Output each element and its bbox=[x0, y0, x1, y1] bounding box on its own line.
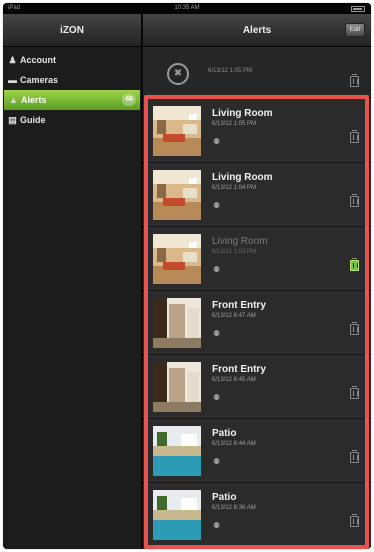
sidebar-item-account[interactable]: ♟ Account bbox=[3, 50, 141, 70]
motion-icon: ⚉ bbox=[213, 329, 221, 338]
trash-icon[interactable] bbox=[350, 322, 359, 335]
alert-row[interactable]: Front Entry 6/13/12 8:45 AM ⚉ bbox=[143, 355, 371, 419]
alert-row[interactable]: Patio 6/13/12 8:44 AM ⚉ bbox=[143, 419, 371, 483]
alert-room: Front Entry bbox=[212, 300, 266, 311]
alert-room: Living Room bbox=[212, 172, 273, 183]
alert-room: Patio bbox=[212, 492, 237, 503]
alert-thumbnail[interactable] bbox=[153, 234, 201, 284]
alert-date: 6/13/12 8:47 AM bbox=[212, 313, 256, 319]
alert-room: Living Room bbox=[212, 108, 273, 119]
motion-icon: ⚉ bbox=[213, 265, 221, 274]
sidebar-title: iZON bbox=[3, 14, 141, 47]
alert-room: Front Entry bbox=[212, 364, 266, 375]
alerts-panel: Alerts Edit ✖ 6/13/12 1:55 PM Living Roo… bbox=[143, 14, 371, 549]
trash-icon[interactable] bbox=[350, 130, 359, 143]
trash-icon[interactable] bbox=[350, 386, 359, 399]
edit-button[interactable]: Edit bbox=[345, 23, 365, 37]
alerts-count-badge: 46 bbox=[122, 94, 136, 106]
bell-icon: ▲ bbox=[9, 95, 18, 105]
alerts-list: Living Room 6/13/12 1:05 PM ⚉ Living Roo… bbox=[143, 99, 371, 547]
alert-thumbnail[interactable] bbox=[153, 170, 201, 220]
alert-row[interactable]: Patio 6/13/12 8:36 AM ⚉ bbox=[143, 483, 371, 547]
motion-icon: ⚉ bbox=[213, 137, 221, 146]
sidebar-item-label: Alerts bbox=[21, 95, 47, 105]
motion-icon: ⚉ bbox=[213, 201, 221, 210]
page-title: Alerts bbox=[242, 25, 272, 36]
camera-icon: ▬ bbox=[8, 75, 17, 85]
motion-icon: ⚉ bbox=[213, 393, 221, 402]
alert-row[interactable]: Living Room 6/13/12 1:03 PM ⚉ bbox=[143, 227, 371, 291]
alert-date: 6/13/12 1:05 PM bbox=[212, 121, 257, 127]
alert-date: 6/13/12 1:55 PM bbox=[208, 68, 253, 74]
mute-icon[interactable]: ✖ bbox=[167, 63, 189, 85]
trash-icon[interactable] bbox=[350, 74, 359, 87]
trash-icon[interactable] bbox=[350, 514, 359, 527]
trash-icon[interactable] bbox=[350, 450, 359, 463]
alerts-navbar: Alerts Edit bbox=[143, 14, 371, 47]
book-icon: ▤ bbox=[8, 115, 17, 125]
alert-thumbnail[interactable] bbox=[153, 106, 201, 156]
alert-thumbnail[interactable] bbox=[153, 298, 201, 348]
alert-thumbnail[interactable] bbox=[153, 362, 201, 412]
alert-date: 6/13/12 8:44 AM bbox=[212, 441, 256, 447]
sidebar: iZON ♟ Account ▬ Cameras ▲ Alerts 46 ▤ G… bbox=[3, 14, 142, 549]
clock: 10:35 AM bbox=[174, 5, 200, 11]
trash-icon[interactable] bbox=[350, 194, 359, 207]
sidebar-item-alerts[interactable]: ▲ Alerts 46 bbox=[4, 90, 140, 110]
list-item[interactable]: ✖ 6/13/12 1:55 PM bbox=[143, 48, 371, 98]
alert-date: 6/13/12 1:03 PM bbox=[212, 249, 257, 255]
alert-room: Living Room bbox=[212, 236, 268, 247]
motion-icon: ⚉ bbox=[213, 457, 221, 466]
status-bar: iPad 10:35 AM bbox=[3, 3, 371, 14]
sidebar-item-label: Cameras bbox=[20, 75, 59, 85]
alert-thumbnail[interactable] bbox=[153, 490, 201, 540]
device-frame: iPad 10:35 AM iZON ♟ Account ▬ Cameras ▲… bbox=[3, 3, 371, 549]
sidebar-item-label: Guide bbox=[20, 115, 46, 125]
alert-row[interactable]: Living Room 6/13/12 1:04 PM ⚉ bbox=[143, 163, 371, 227]
sidebar-item-guide[interactable]: ▤ Guide bbox=[3, 110, 141, 130]
alert-date: 6/13/12 8:36 AM bbox=[212, 505, 256, 511]
alert-date: 6/13/12 8:45 AM bbox=[212, 377, 256, 383]
battery-icon bbox=[351, 6, 365, 12]
alert-date: 6/13/12 1:04 PM bbox=[212, 185, 257, 191]
alert-thumbnail[interactable] bbox=[153, 426, 201, 476]
alert-room: Patio bbox=[212, 428, 237, 439]
alert-row[interactable]: Living Room 6/13/12 1:05 PM ⚉ bbox=[143, 99, 371, 163]
sidebar-item-cameras[interactable]: ▬ Cameras bbox=[3, 70, 141, 90]
sidebar-item-label: Account bbox=[20, 55, 56, 65]
motion-icon: ⚉ bbox=[213, 521, 221, 530]
alert-row[interactable]: Front Entry 6/13/12 8:47 AM ⚉ bbox=[143, 291, 371, 355]
trash-icon[interactable] bbox=[350, 258, 359, 271]
person-icon: ♟ bbox=[8, 55, 17, 65]
